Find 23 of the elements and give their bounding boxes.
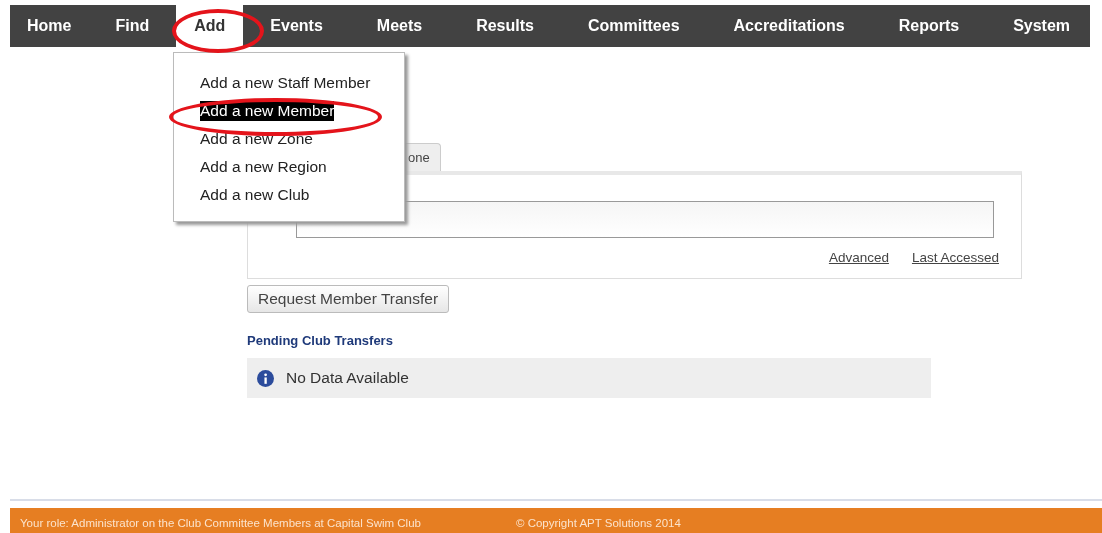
nav-tab[interactable]: Events <box>243 5 350 47</box>
menu-item[interactable]: Add a new Staff Member <box>200 73 371 93</box>
nav-tab[interactable]: Home <box>10 5 89 47</box>
link[interactable]: Advanced <box>828 250 889 265</box>
info-message: No Data Available <box>286 369 409 387</box>
nav-tab[interactable]: Committees <box>560 5 707 47</box>
info-icon <box>257 369 274 387</box>
search-field[interactable] <box>296 201 994 238</box>
menu-item[interactable]: Add a new Club <box>200 185 310 205</box>
section-heading: Pending Club Transfers <box>247 333 394 348</box>
nav-tab[interactable]: System <box>986 5 1098 47</box>
tab[interactable]: one <box>405 143 441 171</box>
nav-tab[interactable]: Reports <box>871 5 987 47</box>
role-text: Your role: Administrator on the Club Committee Members at Capital Swim Club <box>20 517 421 529</box>
nav-tab[interactable]: Meets <box>349 5 450 47</box>
copyright-text: © Copyright APT Solutions 2014 <box>515 517 681 529</box>
menu-item[interactable]: Add a new Region <box>200 157 327 177</box>
nav-tab[interactable]: Find <box>88 5 177 47</box>
link[interactable]: Last Accessed <box>911 250 999 265</box>
nav-tab[interactable]: Accreditations <box>706 5 872 47</box>
request-transfer-button[interactable]: Request Member Transfer <box>247 285 450 313</box>
nav-tab[interactable]: Results <box>449 5 561 47</box>
nav-tab[interactable]: Add <box>176 5 244 47</box>
